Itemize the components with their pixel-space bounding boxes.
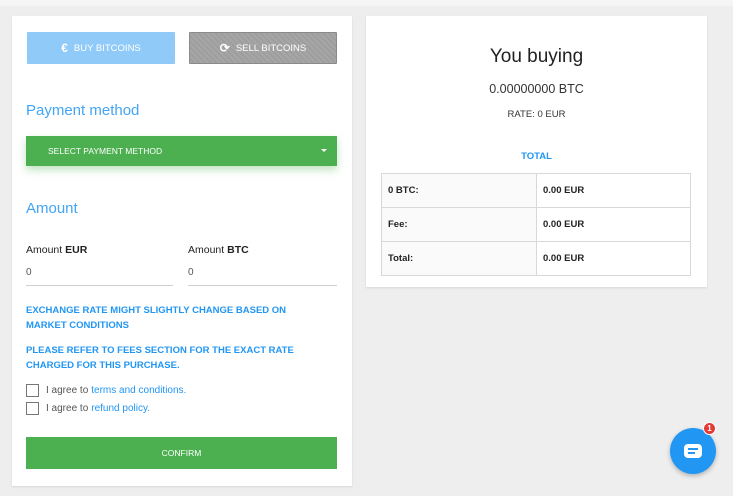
amount-btc-input[interactable] [188,260,337,286]
buy-bitcoins-tab[interactable]: € BUY BITCOINS [27,32,175,64]
summary-table: 0 BTC: 0.00 EUR Fee: 0.00 EUR Total: 0.0… [381,173,691,276]
summary-rate: RATE: 0 EUR [507,109,566,120]
amount-eur-label-unit: EUR [65,244,88,256]
payment-method-select-label: SELECT PAYMENT METHOD [48,146,163,156]
summary-row-label: Fee: [381,207,537,242]
refresh-icon: ⟳ [219,41,230,55]
table-row: Fee: 0.00 EUR [381,207,691,242]
summary-row-value: 0.00 EUR [536,173,691,208]
sell-bitcoins-label: SELL BITCOINS [235,42,307,54]
summary-row-value: 0.00 EUR [536,207,691,242]
confirm-button[interactable]: CONFIRM [26,437,337,469]
amount-eur-input[interactable] [26,260,173,286]
refund-agreement-row: I agree to refund policy. [26,402,150,415]
exchange-rate-notice: EXCHANGE RATE MIGHT SLIGHTLY CHANGE BASE… [26,305,287,331]
amount-btc-label-unit: BTC [227,244,249,256]
terms-checkbox[interactable] [26,384,39,397]
summary-row-label: 0 BTC: [381,173,537,208]
refund-agreement-text: I agree to [46,403,89,414]
buy-bitcoins-label: BUY BITCOINS [73,42,141,54]
fees-notice: PLEASE REFER TO FEES SECTION FOR THE EXA… [26,345,294,371]
table-row: 0 BTC: 0.00 EUR [381,173,691,208]
summary-total-heading: TOTAL [521,151,552,162]
terms-link[interactable]: terms and conditions. [91,385,186,396]
summary-row-value: 0.00 EUR [536,241,691,276]
order-summary-card: You buying 0.00000000 BTC RATE: 0 EUR TO… [366,16,707,287]
amount-btc-label: Amount BTC [188,244,249,256]
sell-bitcoins-tab[interactable]: ⟳ SELL BITCOINS [189,32,337,64]
chat-notification-badge: 1 [703,422,716,435]
payment-method-title: Payment method [26,102,140,119]
top-bar [0,0,733,6]
order-form-card: € BUY BITCOINS ⟳ SELL BITCOINS Payment m… [12,16,352,486]
summary-title: You buying [489,46,584,67]
amount-eur-label: Amount EUR [26,244,87,256]
terms-agreement-text: I agree to [46,385,89,396]
amount-btc-label-prefix: Amount [188,244,228,256]
table-row: Total: 0.00 EUR [381,241,691,276]
amount-title: Amount [26,200,78,217]
summary-btc-amount: 0.00000000 BTC [489,82,584,96]
caret-down-icon [321,149,327,152]
refund-policy-link[interactable]: refund policy. [91,403,150,414]
refund-checkbox[interactable] [26,402,39,415]
amount-eur-label-prefix: Amount [26,244,66,256]
terms-agreement-row: I agree to terms and conditions. [26,384,186,397]
chat-icon [684,444,702,458]
payment-method-select[interactable]: SELECT PAYMENT METHOD [26,136,337,166]
euro-icon: € [61,41,68,55]
summary-row-label: Total: [381,241,537,276]
